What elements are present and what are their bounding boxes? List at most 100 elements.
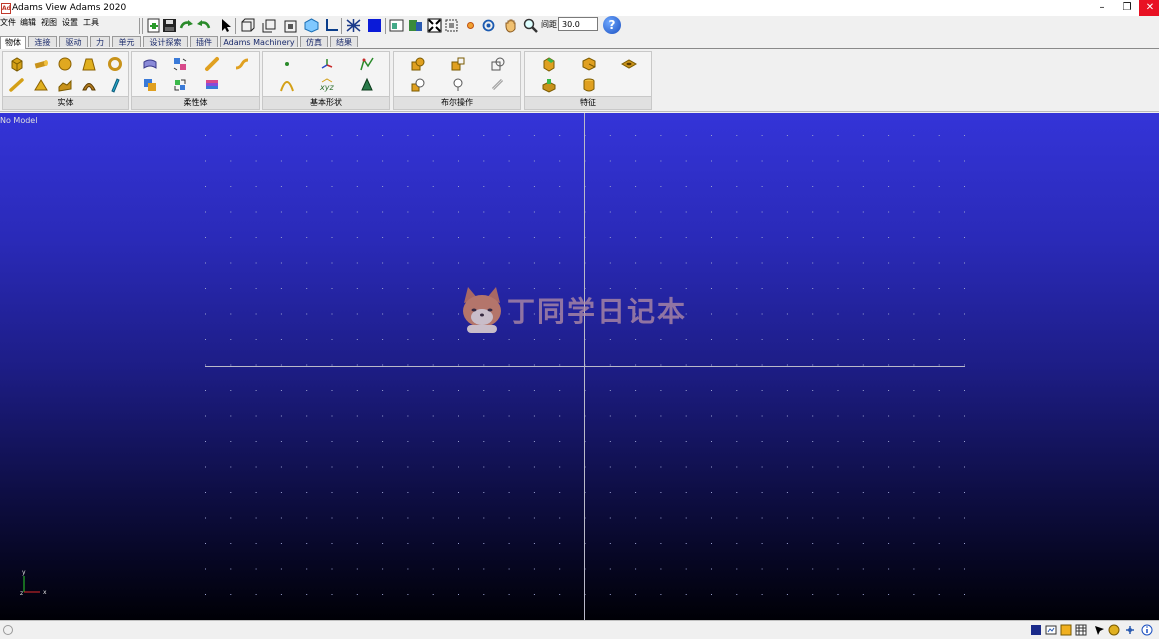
- link-icon[interactable]: [9, 77, 25, 93]
- group-label-features: 特征: [525, 96, 651, 109]
- coordinate-triad-icon: y x z: [20, 569, 47, 597]
- triad-y-label: y: [22, 569, 26, 576]
- status-bar: [0, 620, 1159, 639]
- flex-swap-icon[interactable]: [172, 56, 188, 72]
- status-left-icon[interactable]: [2, 624, 14, 636]
- boolean-chain-icon[interactable]: [490, 77, 506, 93]
- cone-shape-icon[interactable]: [359, 77, 375, 93]
- box-icon[interactable]: [9, 56, 25, 72]
- horizontal-axis-line: [205, 366, 965, 367]
- menu-file[interactable]: 文件: [0, 17, 16, 29]
- grid-spacing-input[interactable]: 30.0: [558, 17, 598, 31]
- watermark-text: 丁同学日记本: [507, 295, 688, 328]
- redo-icon[interactable]: [179, 18, 194, 33]
- flex-beam-icon[interactable]: [204, 56, 220, 72]
- model-name-label: No Model: [0, 116, 38, 125]
- hollow-icon[interactable]: [581, 77, 597, 93]
- tab-motions[interactable]: 驱动: [59, 36, 88, 47]
- axis-icon[interactable]: [324, 18, 339, 33]
- close-button[interactable]: ✕: [1139, 0, 1159, 16]
- render-mode-icon[interactable]: [389, 18, 404, 33]
- svg-text:xyz: xyz: [319, 83, 334, 92]
- model-browser-icon[interactable]: [408, 18, 423, 33]
- graphics-window-icon[interactable]: [1045, 624, 1057, 636]
- rotate-icon[interactable]: [481, 18, 496, 33]
- boolean-union-icon[interactable]: [410, 56, 426, 72]
- center-icon[interactable]: [463, 18, 478, 33]
- menu-settings[interactable]: 设置: [62, 17, 78, 29]
- flex-convert-icon[interactable]: [172, 77, 188, 93]
- frustum-icon[interactable]: [81, 56, 97, 72]
- fit-view-icon[interactable]: [284, 18, 299, 33]
- flex-colors-icon[interactable]: [204, 77, 220, 93]
- icon-view-toggle-icon[interactable]: [1030, 624, 1042, 636]
- tab-elements[interactable]: 单元: [112, 36, 141, 47]
- point-icon[interactable]: [279, 56, 295, 72]
- color-fill-icon[interactable]: [367, 18, 382, 33]
- marker-icon[interactable]: [319, 56, 335, 72]
- info-icon[interactable]: [1141, 624, 1153, 636]
- tab-simulation[interactable]: 仿真: [300, 36, 328, 47]
- cylinder-icon[interactable]: [33, 56, 49, 72]
- torus-icon[interactable]: [107, 56, 123, 72]
- cone-icon[interactable]: [33, 77, 49, 93]
- render-sphere-icon[interactable]: [1108, 624, 1120, 636]
- revolution-icon[interactable]: [81, 77, 97, 93]
- shiba-dog-icon: [463, 287, 501, 333]
- boolean-split-icon[interactable]: [410, 77, 426, 93]
- undo-icon[interactable]: [196, 18, 211, 33]
- triad-z-label: z: [20, 590, 23, 597]
- group-features: 特征: [524, 51, 652, 110]
- zoom-icon[interactable]: [523, 18, 538, 33]
- xyz-coordinate-icon[interactable]: xyz: [319, 77, 335, 93]
- grid-spacing-label: 间距: [541, 20, 557, 29]
- boss-icon[interactable]: [541, 77, 557, 93]
- fillet-icon[interactable]: [581, 56, 597, 72]
- zoom-box-icon[interactable]: [444, 18, 459, 33]
- sphere-icon[interactable]: [57, 56, 73, 72]
- polyline-icon[interactable]: [359, 56, 375, 72]
- modeling-viewport[interactable]: No Model 丁同学日记本 y x z: [0, 113, 1159, 620]
- boolean-intersect-icon[interactable]: [490, 56, 506, 72]
- hole-icon[interactable]: [621, 56, 637, 72]
- maximize-button[interactable]: ❐: [1116, 0, 1138, 16]
- vertical-axis-line: [584, 113, 585, 620]
- mesh-icon[interactable]: [346, 18, 361, 33]
- new-icon[interactable]: [146, 18, 161, 33]
- tab-bodies[interactable]: 物体: [0, 36, 26, 49]
- flex-spring-icon[interactable]: [234, 56, 250, 72]
- menu-view[interactable]: 视图: [41, 17, 57, 29]
- minimize-button[interactable]: –: [1091, 0, 1113, 16]
- tab-forces[interactable]: 力: [90, 36, 110, 47]
- table-icon[interactable]: [1075, 624, 1087, 636]
- menu-edit[interactable]: 编辑: [20, 17, 36, 29]
- save-icon[interactable]: [162, 18, 177, 33]
- group-label-flexible-bodies: 柔性体: [132, 96, 259, 109]
- extrusion-icon[interactable]: [57, 77, 73, 93]
- flex-body-icon[interactable]: [142, 56, 158, 72]
- plate-icon[interactable]: [107, 77, 123, 93]
- chamfer-icon[interactable]: [541, 56, 557, 72]
- arrow-tool-icon[interactable]: [1093, 624, 1105, 636]
- select-arrow-icon[interactable]: [218, 18, 233, 33]
- group-solids: 实体: [2, 51, 129, 110]
- boolean-merge-icon[interactable]: [450, 77, 466, 93]
- tab-adams-machinery[interactable]: Adams Machinery: [220, 36, 298, 47]
- menu-tools[interactable]: 工具: [83, 17, 99, 29]
- back-view-icon[interactable]: [262, 18, 277, 33]
- tab-connectors[interactable]: 连接: [28, 36, 57, 47]
- boolean-subtract-icon[interactable]: [450, 56, 466, 72]
- help-button[interactable]: ?: [603, 16, 621, 34]
- tab-design-exploration[interactable]: 设计探索: [143, 36, 188, 47]
- pan-hand-icon[interactable]: [503, 18, 518, 33]
- fit-all-icon[interactable]: [427, 18, 442, 33]
- tab-plugins[interactable]: 插件: [190, 36, 218, 47]
- tab-results[interactable]: 结果: [330, 36, 358, 47]
- ribbon-panel: 实体 柔性体 xyz 基本形状 布尔操作 特征: [0, 49, 1159, 112]
- coordinate-icon[interactable]: [1124, 624, 1136, 636]
- front-view-icon[interactable]: [240, 18, 255, 33]
- arc-icon[interactable]: [279, 77, 295, 93]
- iso-view-icon[interactable]: [304, 18, 319, 33]
- flex-mnf-icon[interactable]: [142, 77, 158, 93]
- lock-icon[interactable]: [1060, 624, 1072, 636]
